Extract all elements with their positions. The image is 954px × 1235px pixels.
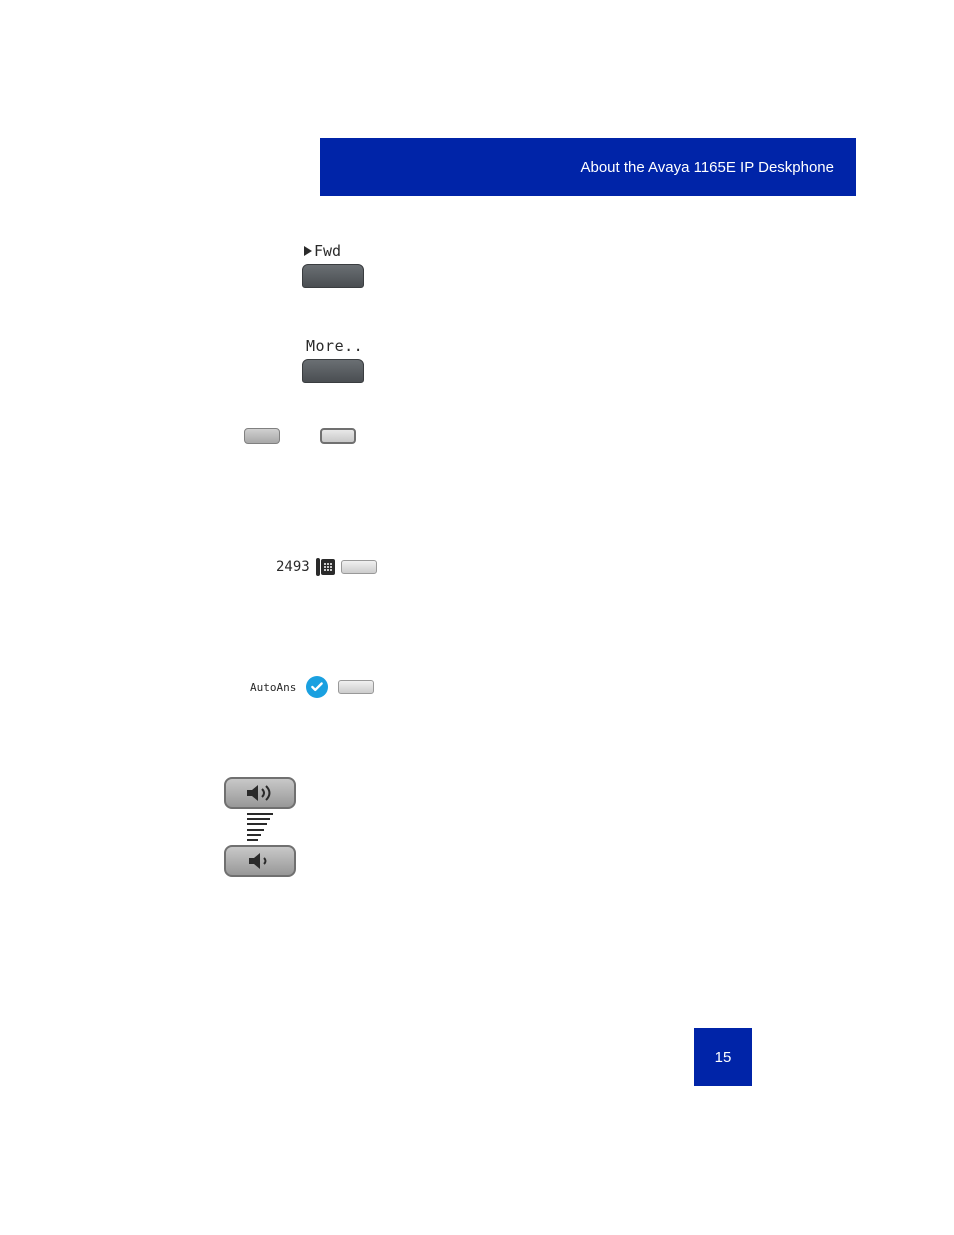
more-label-text: More..: [306, 337, 364, 355]
feature-key-label: AutoAns: [250, 681, 296, 694]
fwd-softkey-group: Fwd: [302, 242, 364, 288]
header-bar: About the Avaya 1165E IP Deskphone: [320, 138, 856, 196]
fwd-label-text: Fwd: [314, 242, 341, 260]
volume-scale-icon: [247, 813, 273, 841]
programmable-keys-row: [244, 428, 356, 444]
phone-icon: [316, 558, 335, 576]
checkmark-icon: [306, 676, 328, 698]
volume-up-button[interactable]: [224, 777, 296, 809]
volume-down-button[interactable]: [224, 845, 296, 877]
play-triangle-icon: [304, 246, 312, 256]
more-softkey-button[interactable]: [302, 359, 364, 383]
page-number-box: 15: [694, 1028, 752, 1086]
programmable-key-right[interactable]: [320, 428, 356, 444]
more-softkey-group: More..: [302, 337, 364, 383]
volume-control-group: [224, 777, 296, 877]
line-key-button[interactable]: [341, 560, 377, 574]
fwd-softkey-button[interactable]: [302, 264, 364, 288]
fwd-softkey-label-row: Fwd: [304, 242, 364, 260]
line-key-row: 2493: [276, 558, 377, 576]
line-key-label: 2493: [276, 559, 310, 575]
speaker-loud-icon: [243, 783, 277, 803]
page-number: 15: [715, 1049, 732, 1066]
speaker-quiet-icon: [243, 851, 277, 871]
programmable-key-left[interactable]: [244, 428, 280, 444]
header-title: About the Avaya 1165E IP Deskphone: [580, 159, 834, 176]
feature-key-row: AutoAns: [250, 676, 374, 698]
feature-key-button[interactable]: [338, 680, 374, 694]
